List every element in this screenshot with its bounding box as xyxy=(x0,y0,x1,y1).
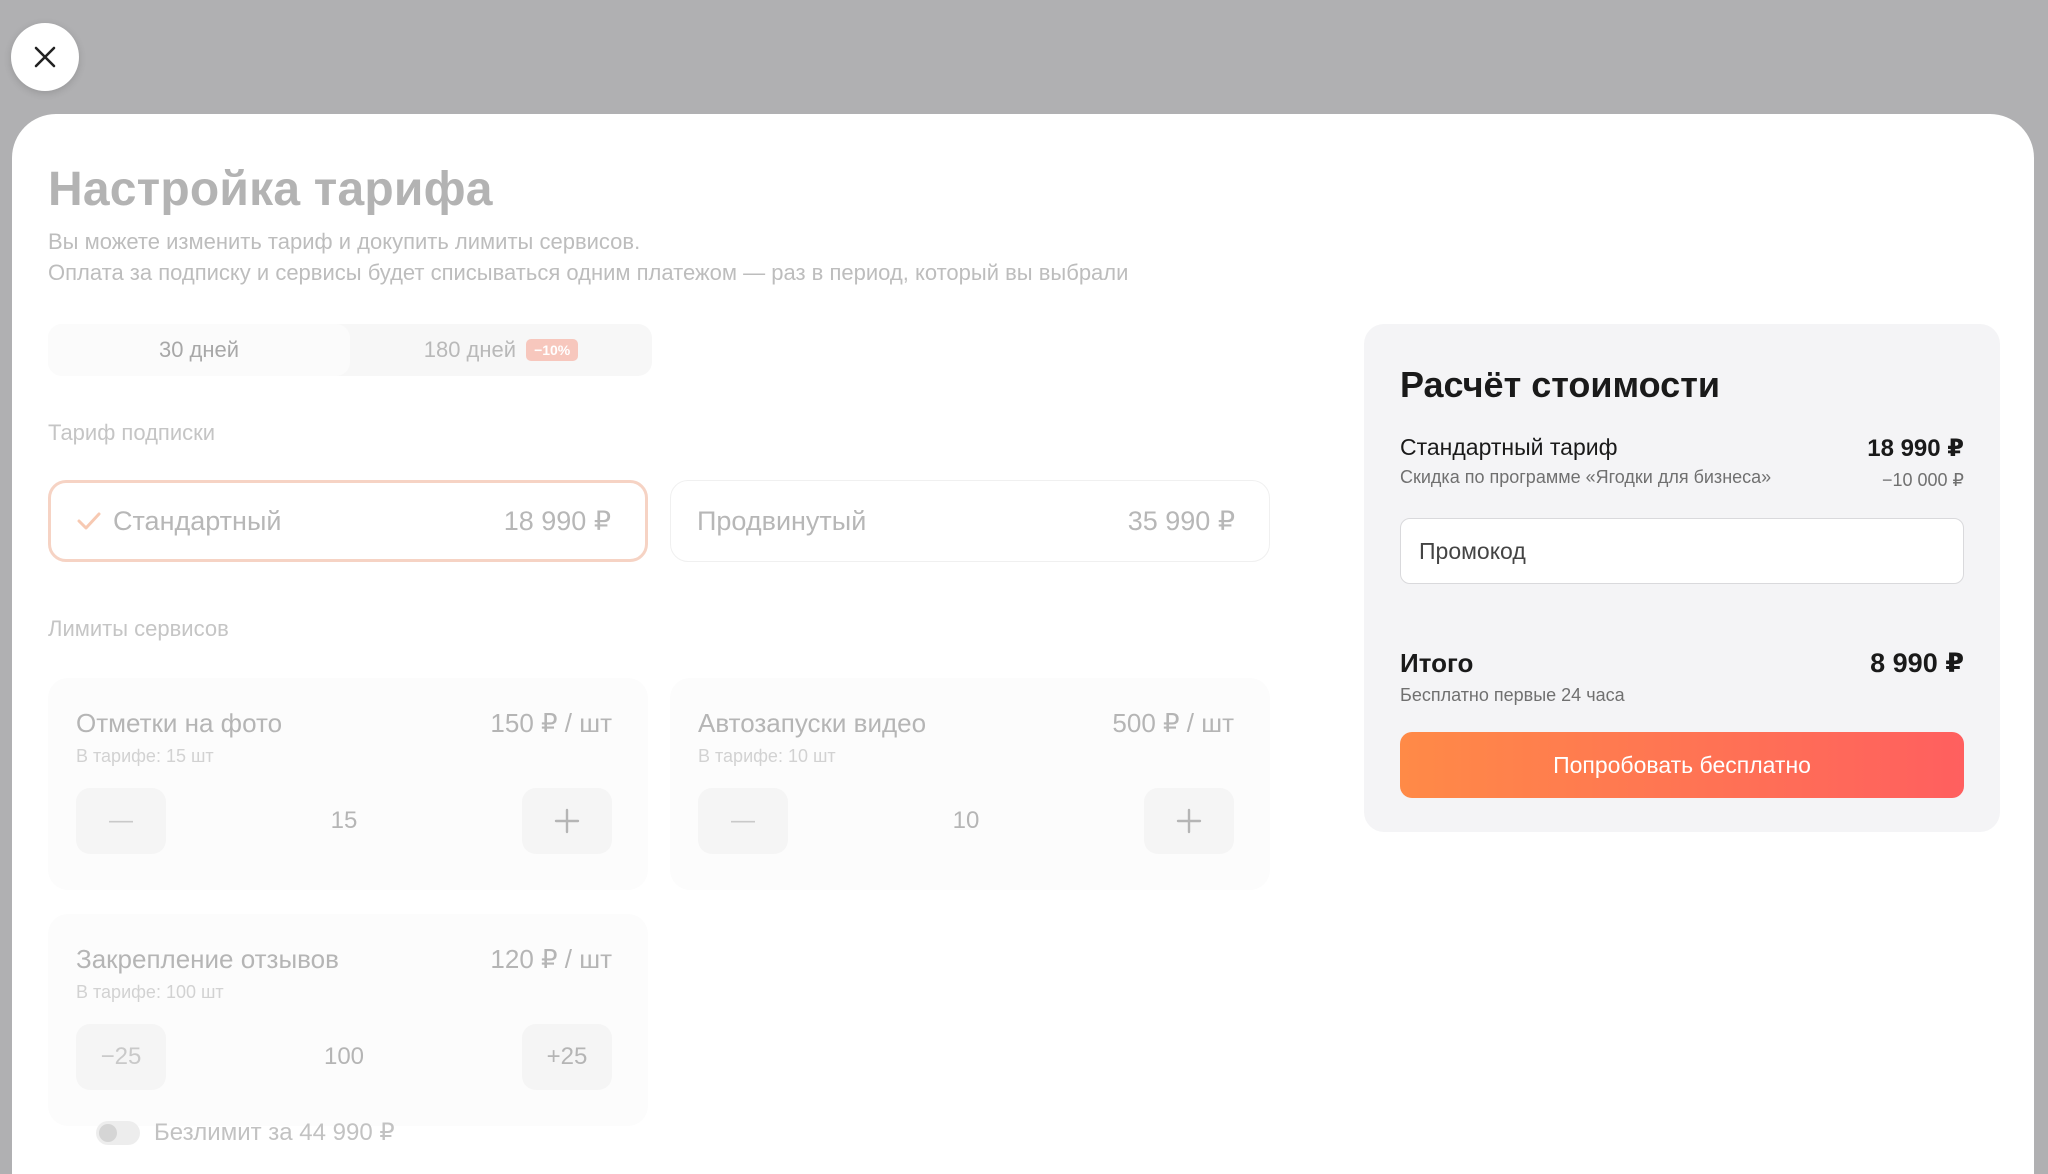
summary-plan-row: Стандартный тариф 18 990 ₽ Скидка по про… xyxy=(1400,434,1964,490)
page-subtitle: Вы можете изменить тариф и докупить лими… xyxy=(48,226,1128,288)
subtitle-line-1: Вы можете изменить тариф и докупить лими… xyxy=(48,229,641,254)
quantity-value: 100 xyxy=(323,1043,365,1070)
service-price: 120 ₽ / шт xyxy=(490,944,612,974)
period-switch: 30 дней 180 дней −10% xyxy=(48,324,652,376)
service-included: В тарифе: 15 шт xyxy=(76,746,214,766)
decrement-button[interactable]: — xyxy=(76,788,166,854)
quantity-value: 10 xyxy=(952,807,980,834)
plus-icon xyxy=(1176,808,1202,834)
check-icon xyxy=(77,512,101,530)
plan-card-advanced[interactable]: Продвинутый 35 990 ₽ xyxy=(670,480,1270,562)
quantity-stepper: — 15 xyxy=(76,788,612,854)
plan-name: Продвинутый xyxy=(697,505,867,536)
service-card-pinned-reviews: Закрепление отзывов 120 ₽ / шт В тарифе:… xyxy=(48,914,648,1126)
quantity-stepper: −25 100 +25 xyxy=(76,1024,612,1090)
close-button[interactable] xyxy=(11,23,79,91)
summary-discount-label: Скидка по программе «Ягодки для бизнеса» xyxy=(1400,467,1772,487)
summary-total-row: Итого 8 990 ₽ Бесплатно первые 24 часа xyxy=(1400,648,1964,706)
close-icon xyxy=(34,46,56,68)
tab-label: 30 дней xyxy=(158,337,240,362)
plan-price: 18 990 ₽ xyxy=(503,505,611,536)
increment-button[interactable] xyxy=(521,788,612,854)
unlimited-toggle[interactable] xyxy=(96,1120,140,1145)
service-title: Закрепление отзывов xyxy=(76,944,339,974)
subtitle-line-2: Оплата за подписку и сервисы будет списы… xyxy=(48,260,1129,285)
discount-badge: −10% xyxy=(526,339,579,361)
service-price: 150 ₽ / шт xyxy=(490,708,612,738)
summary-title: Расчёт стоимости xyxy=(1400,364,1720,405)
tariff-settings-modal: Настройка тарифа Вы можете изменить тари… xyxy=(12,114,2034,1174)
service-card-video-autostart: Автозапуски видео 500 ₽ / шт В тарифе: 1… xyxy=(670,678,1270,890)
plan-card-standard[interactable]: Стандартный 18 990 ₽ xyxy=(48,480,648,562)
plan-price: 35 990 ₽ xyxy=(1127,505,1235,536)
services-section-label: Лимиты сервисов xyxy=(48,616,229,641)
summary-discount-value: −10 000 ₽ xyxy=(1881,470,1964,490)
unlimited-label: Безлимит за 44 990 ₽ xyxy=(154,1119,395,1146)
promo-code-input[interactable] xyxy=(1400,518,1964,584)
summary-total-value: 8 990 ₽ xyxy=(1870,648,1964,678)
unlimited-toggle-row: Безлимит за 44 990 ₽ xyxy=(96,1118,395,1147)
increment-button[interactable] xyxy=(1143,788,1234,854)
plan-name: Стандартный xyxy=(113,505,282,536)
tab-30-days[interactable]: 30 дней xyxy=(48,324,350,376)
page-title: Настройка тарифа xyxy=(48,163,493,216)
service-title: Отметки на фото xyxy=(76,708,283,738)
summary-total-note: Бесплатно первые 24 часа xyxy=(1400,685,1625,705)
tab-label: 180 дней xyxy=(423,337,517,362)
plus-icon xyxy=(554,808,580,834)
service-card-photo-marks: Отметки на фото 150 ₽ / шт В тарифе: 15 … xyxy=(48,678,648,890)
try-free-button[interactable]: Попробовать бесплатно xyxy=(1400,732,1964,798)
decrement-button[interactable]: — xyxy=(698,788,788,854)
cost-summary-panel: Расчёт стоимости Стандартный тариф 18 99… xyxy=(1364,324,2000,832)
service-title: Автозапуски видео xyxy=(698,708,927,738)
decrement-button[interactable]: −25 xyxy=(76,1024,166,1090)
quantity-stepper: — 10 xyxy=(698,788,1234,854)
service-included: В тарифе: 100 шт xyxy=(76,982,224,1002)
tab-180-days[interactable]: 180 дней −10% xyxy=(350,324,652,376)
plans-section-label: Тариф подписки xyxy=(48,420,216,445)
summary-plan-price: 18 990 ₽ xyxy=(1867,435,1964,462)
quantity-value: 15 xyxy=(330,807,358,834)
service-included: В тарифе: 10 шт xyxy=(698,746,836,766)
increment-button[interactable]: +25 xyxy=(521,1024,612,1090)
service-price: 500 ₽ / шт xyxy=(1112,708,1234,738)
